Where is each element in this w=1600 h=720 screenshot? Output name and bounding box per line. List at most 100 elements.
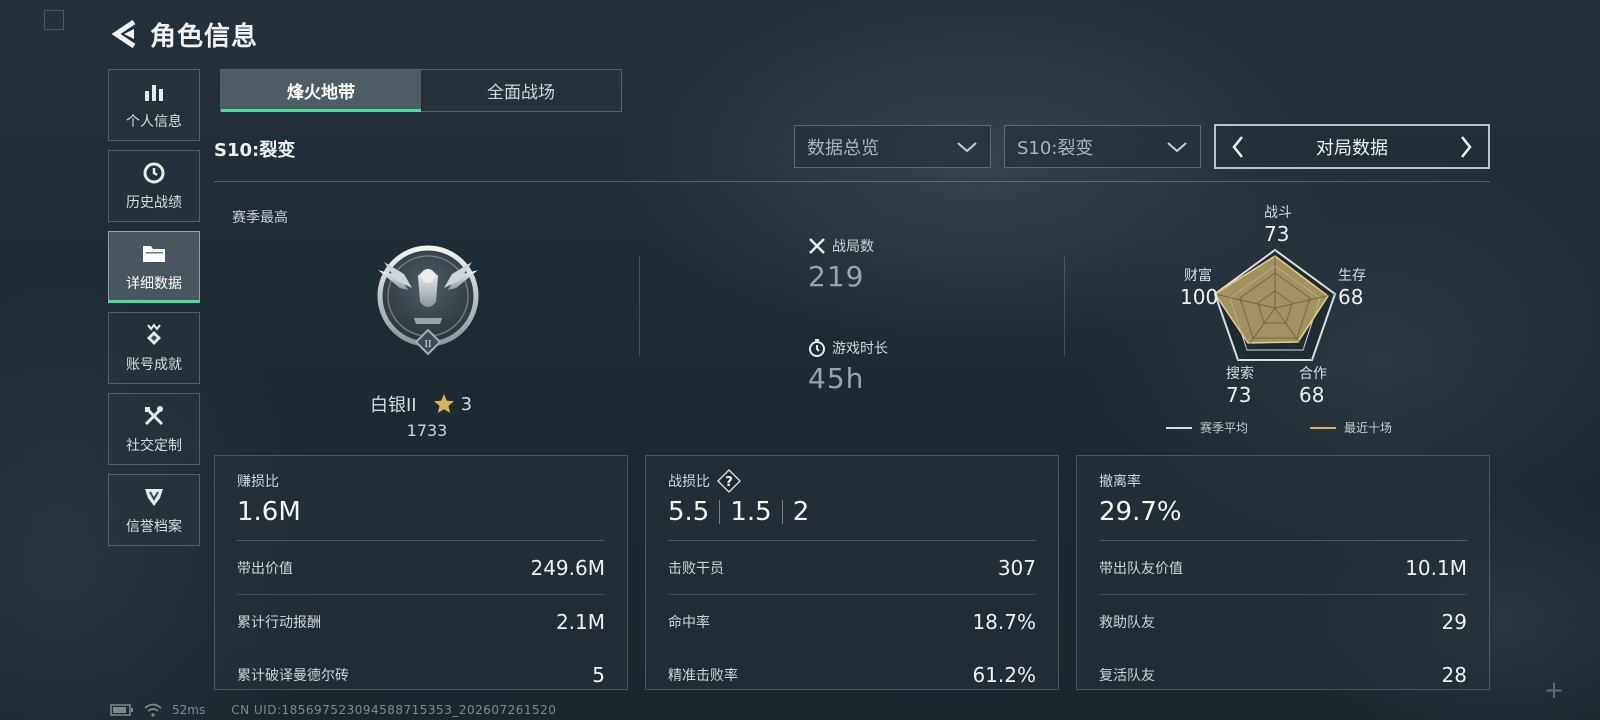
sidebar-item-label: 信誉档案 (126, 519, 182, 535)
card-title: 撤离率 (1099, 474, 1141, 490)
matches-value: 219 (808, 260, 865, 293)
back-arrow-icon (111, 19, 136, 49)
combat-ratio-value: 1.5 (730, 497, 772, 527)
mode-tabs: 烽火地带 全面战场 (220, 69, 622, 112)
battery-icon (110, 704, 134, 716)
stat-row: 复活队友 28 (1099, 648, 1467, 701)
extraction-rate-card: 撤离率 29.7% 带出队友价值 10.1M 救助队友 29 复活队友 28 (1076, 455, 1490, 690)
playtime-stat: 游戏时长 45h (808, 338, 888, 395)
stat-row: 精准击败率 61.2% (668, 648, 1036, 701)
value-separator (719, 500, 721, 524)
stat-row-value: 2.1M (555, 609, 605, 634)
medal-icon (141, 322, 167, 348)
clock-icon (141, 160, 167, 186)
stat-row-value: 18.7% (972, 609, 1036, 634)
tab-warzone[interactable]: 烽火地带 (221, 70, 421, 112)
card-value: 1.6M (237, 497, 301, 527)
sidebar: 个人信息 历史战绩 详细数据 账号成就 社交定制 信誉档案 (108, 69, 200, 555)
tab-full-battlefield[interactable]: 全面战场 (421, 70, 621, 111)
chevron-down-icon (1167, 141, 1187, 152)
season-title: S10:裂变 (214, 140, 296, 161)
stat-row-label: 累计破译曼德尔砖 (237, 667, 349, 684)
section-divider (214, 181, 1490, 182)
stat-row-label: 精准击败率 (668, 667, 738, 684)
stat-row-label: 救助队友 (1099, 614, 1155, 631)
sidebar-item-achievements[interactable]: 账号成就 (108, 312, 200, 384)
help-icon[interactable]: ? (716, 468, 742, 494)
combat-ratio-card: 战损比 ? 5.5 1.5 2 击败干员 307 命中率 18.7% 精准击败率… (645, 455, 1059, 690)
season-best-label: 赛季最高 (232, 210, 288, 226)
rank-tier-text: II (424, 338, 432, 350)
sidebar-item-label: 账号成就 (126, 357, 182, 373)
sidebar-item-label: 详细数据 (126, 276, 182, 292)
card-title-row: 战损比 ? (668, 468, 1036, 494)
ability-radar-chart: 战斗 73 生存 68 合作 68 搜索 73 财富 100 (1150, 198, 1420, 434)
stat-row-label: 累计行动报酬 (237, 614, 321, 631)
chevron-left-icon (1232, 135, 1243, 158)
rank-score: 1733 (406, 421, 448, 440)
stat-row: 救助队友 29 (1099, 595, 1467, 648)
radar-axis-label: 财富 (1184, 268, 1212, 284)
radar-axis-label: 搜索 (1226, 366, 1254, 382)
matches-label: 战局数 (832, 239, 874, 255)
combat-ratio-value: 2 (792, 497, 810, 527)
stat-row-label: 击败干员 (668, 560, 724, 577)
chevron-right-icon (1461, 135, 1472, 158)
sidebar-item-label: 历史战绩 (126, 195, 182, 211)
card-title: 赚损比 (237, 474, 279, 490)
stat-row: 累计破译曼德尔砖 5 (237, 648, 605, 701)
stat-row-label: 复活队友 (1099, 667, 1155, 684)
profit-ratio-card: 赚损比 1.6M 带出价值 249.6M 累计行动报酬 2.1M 累计破译曼德尔… (214, 455, 628, 690)
sidebar-item-match-history[interactable]: 历史战绩 (108, 150, 200, 222)
tools-icon (141, 403, 167, 429)
playtime-value: 45h (808, 362, 865, 395)
pager-prev-button[interactable] (1224, 128, 1252, 166)
stat-row: 击败干员 307 (668, 541, 1036, 594)
sidebar-item-social-custom[interactable]: 社交定制 (108, 393, 200, 465)
sidebar-item-personal-info[interactable]: 个人信息 (108, 69, 200, 141)
pager-next-button[interactable] (1452, 128, 1480, 166)
stat-row-value: 5 (592, 662, 605, 687)
pager-label: 对局数据 (1316, 137, 1388, 159)
stat-row-value: 307 (997, 555, 1036, 580)
stat-row-value: 61.2% (972, 662, 1036, 687)
stat-row-label: 命中率 (668, 614, 710, 631)
star-icon (433, 394, 454, 413)
radar-axis-label: 战斗 (1264, 205, 1292, 221)
stat-row-value: 10.1M (1405, 555, 1467, 580)
radar-axis-value: 100 (1180, 285, 1219, 309)
value-separator (781, 500, 783, 524)
stat-row-value: 249.6M (530, 555, 605, 580)
legend-swatch (1310, 426, 1336, 429)
ping-value: 52ms (172, 703, 206, 717)
back-button[interactable] (108, 16, 140, 52)
shield-icon (141, 484, 167, 510)
chevron-down-icon (957, 141, 977, 152)
user-uid: CN UID:18569752309458871535​3_2026072615… (231, 703, 557, 717)
sidebar-item-label: 社交定制 (126, 438, 182, 454)
bar-chart-icon (141, 79, 167, 105)
legend-season-average: 赛季平均 (1166, 419, 1248, 436)
rank-badge-emblem: II (370, 240, 486, 364)
page-title: 角色信息 (150, 21, 259, 52)
combat-ratio-value: 5.5 (668, 497, 710, 527)
radar-axis-value: 73 (1264, 222, 1290, 246)
sidebar-item-reputation[interactable]: 信誉档案 (108, 474, 200, 546)
header: 角色信息 (108, 14, 258, 54)
rank-stars: 3 (460, 393, 473, 415)
radar-axis-value: 68 (1299, 383, 1325, 407)
sidebar-item-detailed-data[interactable]: 详细数据 (108, 231, 200, 303)
legend-label: 最近十场 (1344, 421, 1393, 435)
category-dropdown-value: 数据总览 (807, 137, 879, 159)
svg-text:?: ? (725, 475, 733, 490)
radar-axis-value: 73 (1226, 383, 1252, 407)
corner-frame-mark (44, 10, 64, 30)
stat-row-value: 28 (1441, 662, 1467, 687)
legend-swatch (1166, 426, 1192, 429)
radar-axis-label: 合作 (1299, 366, 1327, 382)
season-dropdown[interactable]: S10:裂变 (1004, 125, 1201, 168)
combat-ratio-values: 5.5 1.5 2 (668, 494, 1036, 530)
category-dropdown[interactable]: 数据总览 (794, 125, 991, 168)
stat-row-label: 带出队友价值 (1099, 560, 1183, 577)
card-title: 战损比 (668, 474, 710, 490)
